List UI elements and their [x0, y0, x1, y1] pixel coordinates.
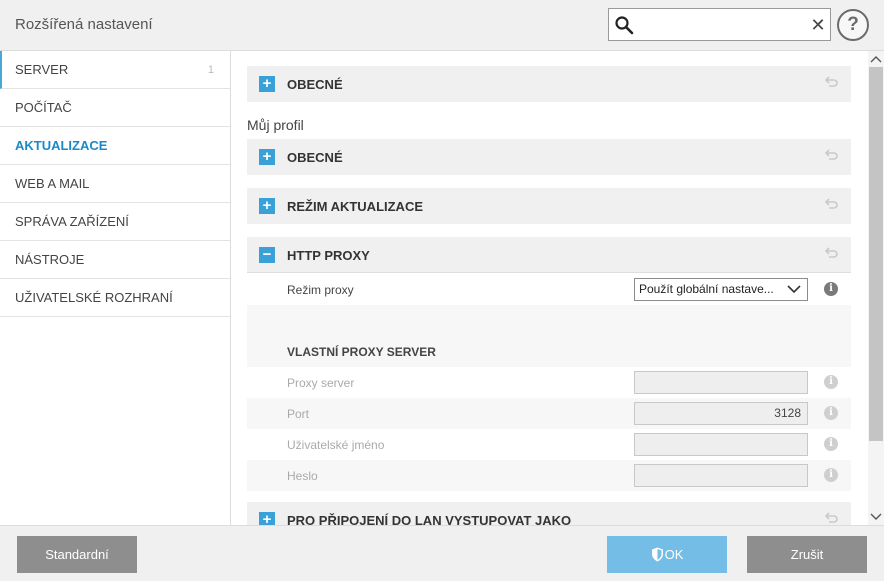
proxy-mode-select[interactable]: Použít globální nastave...	[634, 278, 808, 301]
port-label: Port	[287, 407, 310, 421]
sidebar-item-web-and-mail[interactable]: WEB A MAIL	[0, 165, 230, 203]
standard-button[interactable]: Standardní	[17, 536, 137, 573]
plus-icon[interactable]: +	[259, 512, 275, 525]
sidebar-item-label: POČÍTAČ	[15, 100, 72, 115]
section-general-top[interactable]: + OBECNÉ	[247, 66, 851, 102]
revert-icon[interactable]	[823, 511, 839, 525]
proxy-mode-label: Režim proxy	[287, 283, 354, 297]
sidebar-item-tools[interactable]: NÁSTROJE	[0, 241, 230, 279]
password-row: Heslo i	[247, 460, 851, 491]
custom-proxy-heading-label: VLASTNÍ PROXY SERVER	[287, 345, 436, 359]
sidebar-item-label: SERVER	[15, 62, 69, 77]
section-label: OBECNÉ	[287, 150, 343, 165]
section-general-profile[interactable]: + OBECNÉ	[247, 139, 851, 175]
help-icon: ?	[847, 14, 859, 35]
sidebar-item-computer[interactable]: POČÍTAČ	[0, 89, 230, 127]
scroll-up-icon[interactable]	[870, 55, 882, 65]
minus-icon[interactable]: −	[259, 247, 275, 263]
proxy-server-row: Proxy server i	[247, 367, 851, 398]
chevron-down-icon	[787, 285, 801, 294]
advanced-settings-window: Rozšířená nastavení ✕ ? SERVER 1 POČÍTAČ…	[0, 0, 884, 581]
main-panel: + OBECNÉ Můj profil + OBECNÉ + REŽIM AKT…	[232, 51, 868, 525]
sidebar-item-user-interface[interactable]: UŽIVATELSKÉ ROZHRANÍ	[0, 279, 230, 317]
ok-button[interactable]: OK	[607, 536, 727, 573]
proxy-server-field[interactable]	[634, 371, 808, 394]
search-icon	[615, 16, 634, 35]
password-label: Heslo	[287, 469, 318, 483]
sidebar-item-label: AKTUALIZACE	[15, 138, 108, 153]
ok-button-label: OK	[664, 547, 684, 562]
scrollbar-thumb[interactable]	[869, 67, 883, 441]
search-input[interactable]	[639, 13, 804, 37]
scrollbar[interactable]	[868, 51, 884, 525]
sidebar-item-update[interactable]: AKTUALIZACE	[0, 127, 230, 165]
window-title: Rozšířená nastavení	[15, 16, 153, 33]
scroll-down-icon[interactable]	[870, 511, 882, 521]
clear-icon[interactable]: ✕	[809, 15, 827, 35]
info-icon[interactable]: i	[824, 437, 838, 451]
section-lan[interactable]: + PRO PŘIPOJENÍ DO LAN VYSTUPOVAT JAKO	[247, 502, 851, 525]
sidebar-item-label: WEB A MAIL	[15, 176, 90, 191]
section-label: HTTP PROXY	[287, 248, 370, 263]
proxy-mode-value: Použít globální nastave...	[639, 282, 774, 296]
sidebar-item-label: SPRÁVA ZAŘÍZENÍ	[15, 214, 129, 229]
username-label: Uživatelské jméno	[287, 438, 385, 452]
sidebar: SERVER 1 POČÍTAČ AKTUALIZACE WEB A MAIL …	[0, 51, 231, 525]
info-icon[interactable]: i	[824, 375, 838, 389]
section-label: OBECNÉ	[287, 77, 343, 92]
profile-label: Můj profil	[247, 117, 304, 133]
plus-icon[interactable]: +	[259, 76, 275, 92]
revert-icon[interactable]	[823, 197, 839, 213]
custom-proxy-heading: VLASTNÍ PROXY SERVER	[247, 336, 851, 367]
section-http-proxy[interactable]: − HTTP PROXY	[247, 237, 851, 273]
section-label: PRO PŘIPOJENÍ DO LAN VYSTUPOVAT JAKO	[287, 513, 572, 525]
username-field[interactable]	[634, 433, 808, 456]
section-label: REŽIM AKTUALIZACE	[287, 199, 424, 214]
sidebar-item-count: 1	[207, 64, 214, 76]
sidebar-item-label: UŽIVATELSKÉ ROZHRANÍ	[15, 290, 173, 305]
info-icon[interactable]: i	[824, 468, 838, 482]
help-button[interactable]: ?	[837, 9, 869, 41]
proxy-server-label: Proxy server	[287, 376, 355, 390]
spacer-row	[247, 305, 851, 336]
header: Rozšířená nastavení ✕ ?	[0, 0, 884, 51]
sidebar-item-label: NÁSTROJE	[15, 252, 85, 267]
cancel-button[interactable]: Zrušit	[747, 536, 867, 573]
revert-icon[interactable]	[823, 148, 839, 164]
footer: Standardní OK Zrušit	[0, 525, 884, 581]
plus-icon[interactable]: +	[259, 198, 275, 214]
sidebar-item-device-control[interactable]: SPRÁVA ZAŘÍZENÍ	[0, 203, 230, 241]
revert-icon[interactable]	[823, 75, 839, 91]
plus-icon[interactable]: +	[259, 149, 275, 165]
standard-button-label: Standardní	[45, 547, 109, 562]
proxy-mode-row: Režim proxy Použít globální nastave... i	[247, 274, 851, 305]
sidebar-item-server[interactable]: SERVER 1	[0, 51, 230, 89]
port-field[interactable]: 3128	[634, 402, 808, 425]
port-row: Port 3128 i	[247, 398, 851, 429]
username-row: Uživatelské jméno i	[247, 429, 851, 460]
section-update-mode[interactable]: + REŽIM AKTUALIZACE	[247, 188, 851, 224]
cancel-button-label: Zrušit	[790, 547, 824, 562]
shield-icon	[651, 547, 663, 562]
search-box[interactable]: ✕	[608, 8, 831, 41]
password-field[interactable]	[634, 464, 808, 487]
info-icon[interactable]: i	[824, 282, 838, 296]
revert-icon[interactable]	[823, 246, 839, 262]
info-icon[interactable]: i	[824, 406, 838, 420]
